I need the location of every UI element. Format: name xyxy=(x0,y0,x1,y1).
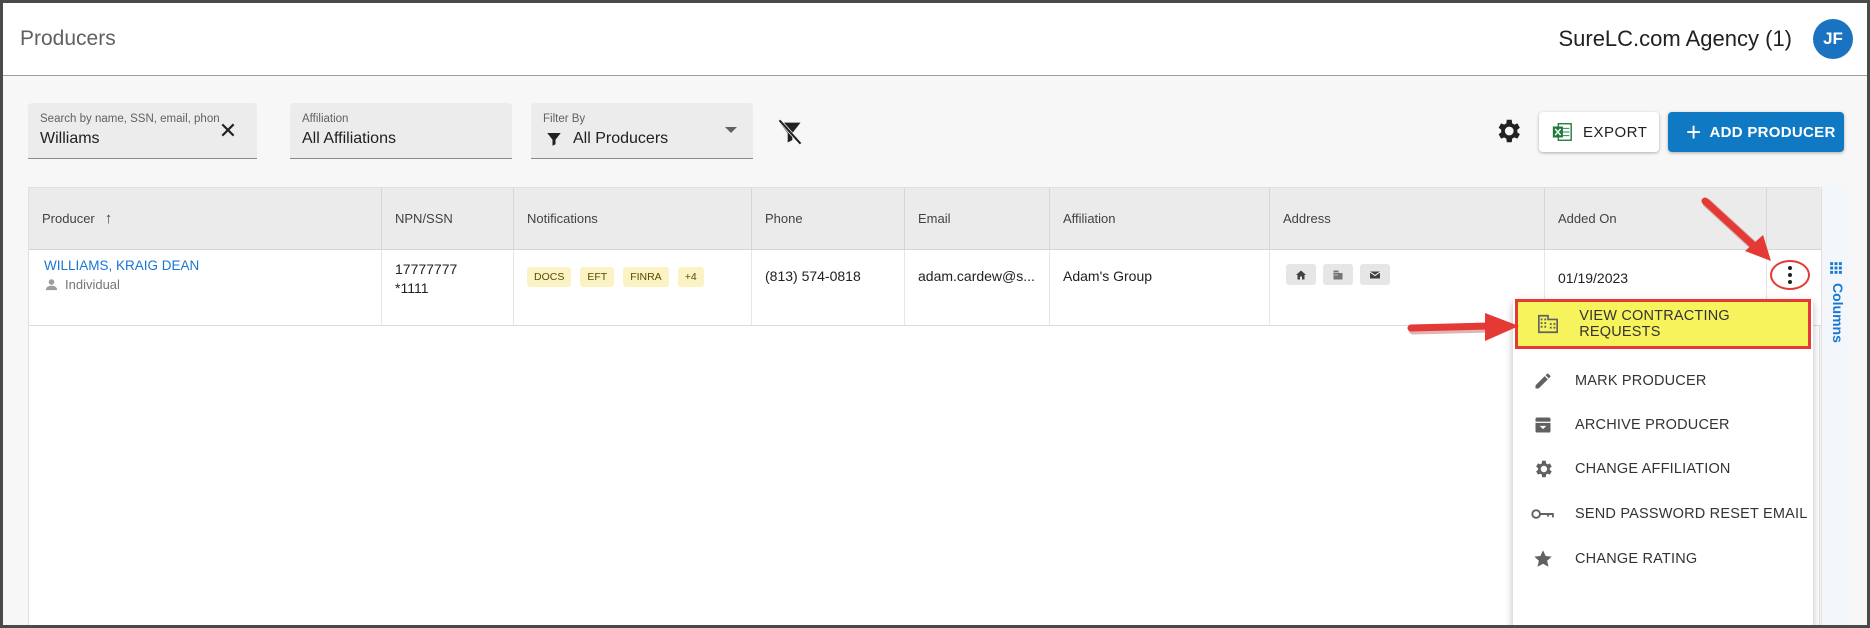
columns-panel-tab[interactable]: Columns xyxy=(1821,187,1849,625)
cell-notifications: DOCS EFT FINRA +4 xyxy=(513,250,751,326)
menu-item-label: CHANGE AFFILIATION xyxy=(1575,461,1731,477)
col-header-producer[interactable]: Producer ↑ xyxy=(29,188,381,250)
building-icon xyxy=(1536,312,1559,336)
added-on-value: 01/19/2023 xyxy=(1558,270,1629,286)
col-header-affiliation[interactable]: Affiliation xyxy=(1049,188,1269,250)
col-header-actions xyxy=(1766,188,1821,250)
home-icon[interactable] xyxy=(1286,264,1316,285)
col-header-added-on[interactable]: Added On xyxy=(1544,188,1766,250)
pencil-icon xyxy=(1531,369,1555,393)
col-header-notifications[interactable]: Notifications xyxy=(513,188,751,250)
mail-icon[interactable] xyxy=(1360,264,1390,285)
avatar[interactable]: JF xyxy=(1813,19,1853,59)
gear-icon xyxy=(1531,457,1555,481)
key-icon xyxy=(1531,502,1555,526)
menu-item-archive-producer[interactable]: ARCHIVE PRODUCER xyxy=(1513,400,1813,450)
notification-chip-eft[interactable]: EFT xyxy=(580,267,615,287)
affiliation-value: Adam's Group xyxy=(1063,268,1153,284)
menu-item-view-contracting-requests[interactable]: VIEW CONTRACTING REQUESTS xyxy=(1515,299,1811,349)
clear-search-icon[interactable]: ✕ xyxy=(217,120,239,142)
search-field[interactable]: Search by name, SSN, email, phon... Will… xyxy=(28,103,257,159)
menu-item-send-password-reset-email[interactable]: SEND PASSWORD RESET EMAIL xyxy=(1513,489,1813,539)
app-window: Producers SureLC.com Agency (1) JF Searc… xyxy=(0,0,1870,628)
menu-item-label: CHANGE RATING xyxy=(1575,551,1698,567)
affiliation-value[interactable]: All Affiliations xyxy=(302,130,396,148)
notification-chip-finra[interactable]: FINRA xyxy=(623,267,669,287)
producer-name-link[interactable]: WILLIAMS, KRAIG DEAN xyxy=(44,258,199,273)
col-header-address[interactable]: Address xyxy=(1269,188,1544,250)
notification-chip-docs[interactable]: DOCS xyxy=(527,267,572,287)
menu-item-change-rating[interactable]: CHANGE RATING xyxy=(1513,534,1813,584)
email-value: adam.cardew@s... xyxy=(918,268,1035,284)
producer-type: Individual xyxy=(44,277,120,292)
add-producer-button[interactable]: + ADD PRODUCER xyxy=(1668,112,1844,152)
col-header-phone[interactable]: Phone xyxy=(751,188,904,250)
filter-icon xyxy=(547,133,561,146)
page-title: Producers xyxy=(20,27,116,50)
cell-producer: WILLIAMS, KRAIG DEAN Individual xyxy=(29,250,381,326)
table-header: Producer ↑ NPN/SSN Notifications Phone Em… xyxy=(29,188,1821,250)
add-producer-label: ADD PRODUCER xyxy=(1709,123,1836,141)
export-button[interactable]: EXPORT xyxy=(1539,112,1659,152)
person-icon xyxy=(45,279,58,291)
filter-by-value: All Producers xyxy=(573,130,669,147)
npn-value: 17777777 xyxy=(395,261,458,277)
menu-item-label: SEND PASSWORD RESET EMAIL xyxy=(1575,506,1808,522)
plus-icon: + xyxy=(1686,117,1702,147)
cell-email: adam.cardew@s... xyxy=(904,250,1049,326)
row-actions-menu: VIEW CONTRACTING REQUESTS MARK PRODUCER … xyxy=(1513,299,1813,625)
notification-chip-more[interactable]: +4 xyxy=(677,267,704,287)
menu-item-label: MARK PRODUCER xyxy=(1575,373,1707,389)
affiliation-field[interactable]: Affiliation All Affiliations xyxy=(290,103,512,159)
menu-item-label: VIEW CONTRACTING REQUESTS xyxy=(1579,308,1730,340)
clear-filter-icon[interactable] xyxy=(776,118,804,146)
cell-npn-ssn: 17777777 *1111 xyxy=(381,250,513,326)
agency-selector[interactable]: SureLC.com Agency (1) xyxy=(1558,26,1792,52)
search-label: Search by name, SSN, email, phon... xyxy=(40,113,220,125)
col-header-email[interactable]: Email xyxy=(904,188,1049,250)
top-bar: Producers SureLC.com Agency (1) JF xyxy=(3,3,1867,76)
cell-affiliation: Adam's Group xyxy=(1049,250,1269,326)
menu-item-mark-producer[interactable]: MARK PRODUCER xyxy=(1513,356,1813,406)
export-label: EXPORT xyxy=(1583,123,1648,141)
excel-icon xyxy=(1552,123,1572,141)
filter-by-label: Filter By xyxy=(543,113,586,125)
star-icon xyxy=(1531,547,1555,571)
ssn-value: *1111 xyxy=(395,280,429,296)
grid-icon xyxy=(1830,262,1842,274)
business-building-icon[interactable] xyxy=(1323,264,1353,285)
menu-item-change-affiliation[interactable]: CHANGE AFFILIATION xyxy=(1513,444,1813,494)
archive-icon xyxy=(1531,413,1555,437)
menu-item-label: ARCHIVE PRODUCER xyxy=(1575,417,1730,433)
col-header-npn-ssn[interactable]: NPN/SSN xyxy=(381,188,513,250)
filter-by-select[interactable]: Filter By All Producers xyxy=(531,103,753,159)
affiliation-label: Affiliation xyxy=(302,113,349,125)
columns-label: Columns xyxy=(1830,283,1846,343)
search-input[interactable]: Williams xyxy=(40,130,100,148)
cell-phone: (813) 574-0818 xyxy=(751,250,904,326)
chevron-down-icon xyxy=(725,127,737,133)
phone-value: (813) 574-0818 xyxy=(765,268,861,284)
sort-ascending-icon[interactable]: ↑ xyxy=(105,188,113,250)
settings-gear-icon[interactable] xyxy=(1493,116,1523,146)
row-actions-more-icon[interactable] xyxy=(1770,260,1810,290)
cell-address xyxy=(1269,250,1544,326)
